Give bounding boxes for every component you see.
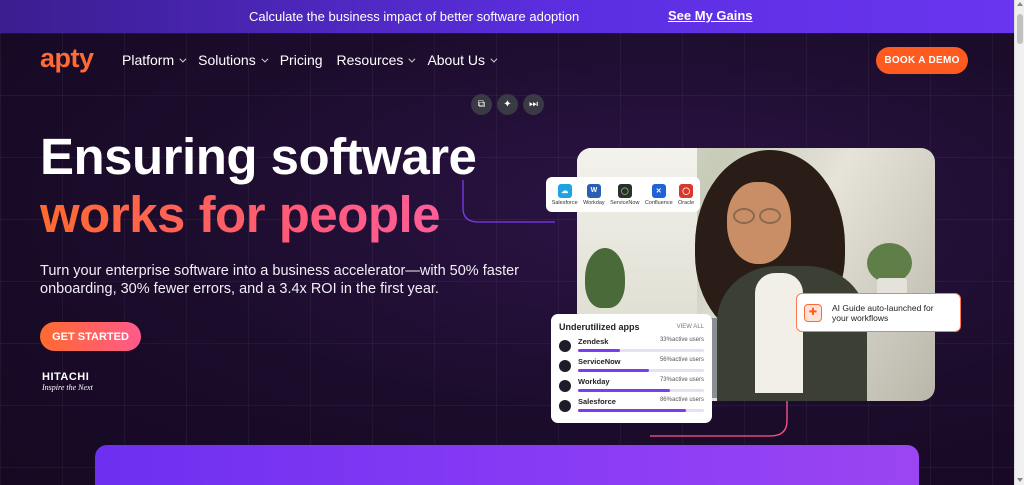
book-demo-button[interactable]: BOOK A DEMO (876, 47, 968, 74)
client-tagline: Inspire the Next (42, 383, 93, 392)
scrollbar-thumb[interactable] (1017, 14, 1023, 44)
nav-about-us[interactable]: About Us (427, 52, 498, 68)
photo-glasses (759, 208, 781, 224)
app-pct: 33%active users (659, 337, 704, 343)
app-name: ServiceNow (578, 357, 621, 366)
nav-label: Platform (122, 52, 175, 68)
apty-logo[interactable]: apty (40, 43, 94, 74)
app-name: Zendesk (578, 337, 609, 346)
usage-bar-fill (578, 369, 649, 372)
app-name: Workday (578, 377, 610, 386)
client-name: HITACHI (42, 371, 90, 383)
app-row: Salesforce 86%active users (559, 397, 704, 412)
integration-label: ServiceNow (610, 199, 640, 206)
main-nav: Platform Solutions Pricing Resources Abo… (122, 52, 509, 68)
integration-workday: W Workday (583, 183, 605, 206)
integration-salesforce: ☁ Salesforce (551, 183, 578, 206)
app-row: Zendesk 33%active users (559, 337, 704, 352)
connector-line (462, 180, 555, 223)
photo-glasses (733, 208, 755, 224)
nav-solutions[interactable]: Solutions (198, 52, 269, 68)
ai-guide-card: ✚ AI Guide auto-launched for your workfl… (796, 293, 961, 332)
app-row: Workday 73%active users (559, 377, 704, 392)
scroll-up-icon[interactable] (1017, 2, 1023, 6)
photo-shirt (755, 273, 803, 393)
app-row: ServiceNow 56%active users (559, 357, 704, 372)
integration-label: Confluence (644, 199, 673, 206)
nav-label: About Us (427, 52, 486, 68)
integration-oracle: ◯ Oracle (678, 183, 695, 206)
salesforce-icon (559, 400, 571, 412)
workday-icon: W (586, 183, 601, 198)
usage-bar-fill (578, 409, 687, 412)
chevron-down-icon (261, 55, 269, 63)
workday-icon (559, 380, 571, 392)
hero-heading: Ensuring software works for people (40, 128, 477, 244)
usage-bar (578, 369, 704, 372)
apps-card-title: Underutilized apps (559, 322, 640, 332)
integration-label: Oracle (678, 199, 695, 206)
underutilized-apps-card: Underutilized apps VIEW ALL Zendesk 33%ac… (551, 314, 712, 423)
integrations-card: ☁ Salesforce W Workday ◯ ServiceNow ✕ Co… (546, 177, 700, 212)
app-pct: 86%active users (659, 397, 704, 403)
promo-banner: Calculate the business impact of better … (0, 0, 1014, 33)
photo-plant-right (867, 243, 912, 283)
chevron-down-icon (490, 55, 498, 63)
usage-bar-fill (578, 389, 670, 392)
get-started-button[interactable]: GET STARTED (40, 322, 141, 351)
confluence-icon: ✕ (651, 183, 666, 198)
chevron-down-icon (408, 55, 416, 63)
hero-heading-line1: Ensuring software (40, 128, 477, 185)
integration-servicenow: ◯ ServiceNow (610, 183, 640, 206)
scroll-down-icon[interactable] (1017, 478, 1023, 482)
copy-icon[interactable]: ⧉ (471, 94, 492, 115)
integration-confluence: ✕ Confluence (644, 183, 673, 206)
next-section-card (95, 445, 919, 485)
see-my-gains-link[interactable]: See My Gains (668, 8, 753, 23)
app-name: Salesforce (578, 397, 616, 406)
integration-label: Workday (583, 199, 605, 206)
oracle-icon: ◯ (679, 183, 694, 198)
chevron-down-icon (179, 55, 187, 63)
nav-platform[interactable]: Platform (122, 52, 187, 68)
nav-label: Resources (336, 52, 404, 68)
servicenow-icon: ◯ (617, 183, 632, 198)
sparkle-icon[interactable]: ✦ (497, 94, 518, 115)
nav-label: Pricing (279, 52, 323, 68)
ai-guide-text: AI Guide auto-launched for your workflow… (832, 302, 934, 323)
integration-label: Salesforce (551, 199, 578, 206)
photo-plant (585, 248, 625, 308)
nav-resources[interactable]: Resources (336, 52, 416, 68)
usage-bar (578, 389, 704, 392)
banner-text: Calculate the business impact of better … (249, 9, 580, 24)
chip-icon: ✚ (804, 303, 822, 322)
skip-icon[interactable]: ⏭ (523, 94, 544, 115)
usage-bar-fill (578, 349, 620, 352)
floating-toolbar: ⧉ ✦ ⏭ (471, 94, 544, 115)
usage-bar (578, 409, 704, 412)
hero-subtitle: Turn your enterprise software into a bus… (40, 263, 519, 297)
usage-bar (578, 349, 704, 352)
scrollbar[interactable] (1014, 0, 1024, 485)
app-pct: 56%active users (659, 357, 704, 363)
salesforce-icon: ☁ (557, 183, 572, 198)
nav-label: Solutions (198, 52, 256, 68)
servicenow-icon (559, 360, 571, 372)
hero-heading-line2: works for people (40, 186, 476, 244)
client-logo-hitachi: HITACHI Inspire the Next (42, 371, 93, 392)
app-pct: 73%active users (659, 377, 704, 383)
view-all-link[interactable]: VIEW ALL (677, 324, 704, 330)
photo-face (727, 182, 791, 264)
nav-pricing[interactable]: Pricing (280, 52, 323, 68)
zendesk-icon (559, 340, 571, 352)
